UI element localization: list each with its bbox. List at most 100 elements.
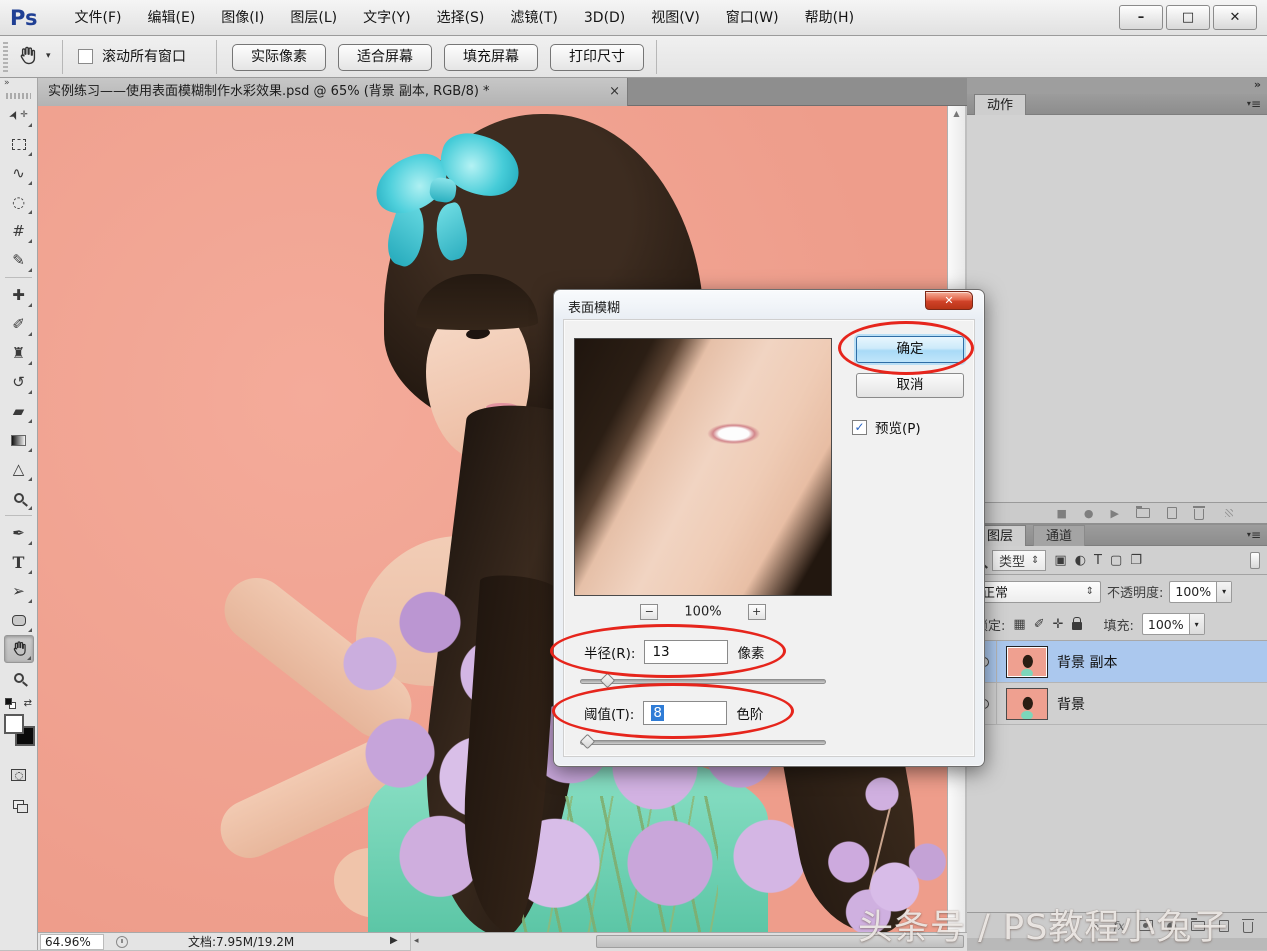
menu-filter[interactable]: 滤镜(T) [497,0,570,36]
gradient-tool[interactable] [4,426,34,454]
scroll-left-icon[interactable]: ◂ [414,936,419,946]
fit-screen-button[interactable]: 适合屏幕 [338,44,432,71]
brush-tool[interactable]: ✐ [4,310,34,338]
adjustment-layer-filter-icon[interactable]: ◐ [1075,553,1086,568]
healing-brush-tool[interactable]: ✚ [4,281,34,309]
cancel-button[interactable]: 取消 [856,373,964,398]
actual-pixels-button[interactable]: 实际像素 [232,44,326,71]
layer-row-background-copy[interactable]: 背景 副本 [967,641,1267,683]
document-tab[interactable]: 实例练习——使用表面模糊制作水彩效果.psd @ 65% (背景 副本, RGB… [38,78,628,106]
toolbar-collapse-icon[interactable]: » [0,78,37,91]
menu-image[interactable]: 图像(I) [208,0,277,36]
collapse-panels-icon[interactable]: » [967,78,1267,94]
lock-paint-icon[interactable]: ✐ [1034,617,1045,632]
layer-name[interactable]: 背景 副本 [1057,652,1117,672]
pen-tool[interactable]: ✒ [4,519,34,547]
new-action-icon[interactable] [1167,507,1177,519]
screen-mode-button[interactable] [4,790,34,818]
document-close-icon[interactable]: × [609,78,620,106]
menu-edit[interactable]: 编辑(E) [135,0,209,36]
layer-thumbnail[interactable] [1006,646,1048,678]
toolbar-grip[interactable] [6,93,31,99]
ok-button[interactable]: 确定 [856,336,964,363]
shape-tool[interactable] [4,606,34,634]
path-selection-tool[interactable]: ➢ [4,577,34,605]
fill-screen-button[interactable]: 填充屏幕 [444,44,538,71]
zoom-in-button[interactable]: + [748,604,766,620]
play-icon[interactable]: ▶ [1111,507,1119,520]
stop-icon[interactable]: ■ [1057,507,1067,520]
lock-transparency-icon[interactable]: ▦ [1013,617,1025,632]
minimize-button[interactable]: – [1119,5,1163,30]
menu-window[interactable]: 窗口(W) [713,0,792,36]
menu-layer[interactable]: 图层(L) [277,0,350,36]
shape-layer-filter-icon[interactable]: ▢ [1110,553,1122,568]
status-menu-icon[interactable]: ▶ [390,935,398,946]
panel-menu-icon[interactable]: ▾≡ [1247,528,1261,542]
preview-checkbox[interactable]: ✓ [852,420,867,435]
smart-object-filter-icon[interactable]: ❐ [1130,553,1142,568]
dropdown-icon[interactable]: ▾ [1189,614,1204,634]
foreground-color-swatch[interactable] [4,714,24,734]
menu-select[interactable]: 选择(S) [424,0,498,36]
zoom-out-button[interactable]: − [640,604,658,620]
swap-colors-icon[interactable]: ⇄ [24,698,32,709]
default-colors-icon[interactable] [5,698,16,709]
layer-thumbnail[interactable] [1006,688,1048,720]
lock-all-icon[interactable] [1072,622,1082,630]
fill-dropdown[interactable]: 100% ▾ [1142,613,1205,635]
menu-help[interactable]: 帮助(H) [792,0,867,36]
type-tool[interactable]: T [4,548,34,576]
dialog-close-button[interactable]: ✕ [925,291,973,310]
opacity-dropdown[interactable]: 100% ▾ [1169,581,1232,603]
threshold-slider-handle[interactable] [580,734,596,750]
quick-mask-button[interactable] [4,761,34,789]
quick-selection-tool[interactable]: ◌ [4,188,34,216]
delete-action-icon[interactable] [1194,509,1204,520]
type-layer-filter-icon[interactable]: T [1094,553,1102,568]
record-icon[interactable]: ● [1084,507,1094,520]
hand-tool-dropdown-icon[interactable]: ▾ [46,51,51,61]
panel-resize-grip[interactable] [1225,509,1233,517]
menu-view[interactable]: 视图(V) [638,0,713,36]
close-button[interactable]: ✕ [1213,5,1257,30]
options-bar-grip[interactable] [3,42,8,72]
blur-tool[interactable]: △ [4,455,34,483]
zoom-level-field[interactable]: 64.96% [40,934,104,950]
radius-input[interactable]: 13 [644,640,728,664]
menu-file[interactable]: 文件(F) [62,0,135,36]
print-size-button[interactable]: 打印尺寸 [550,44,644,71]
panel-menu-icon[interactable]: ▾≡ [1247,97,1261,111]
dropdown-icon[interactable]: ▾ [1216,582,1231,602]
dodge-tool[interactable] [4,484,34,512]
history-brush-tool[interactable]: ↺ [4,368,34,396]
zoom-tool[interactable] [4,664,34,692]
layer-name[interactable]: 背景 [1057,694,1085,714]
filter-toggle-switch[interactable] [1250,552,1260,569]
radius-slider[interactable] [580,674,826,688]
lasso-tool[interactable]: ∿ [4,159,34,187]
delete-layer-icon[interactable] [1243,922,1253,933]
layer-row-background[interactable]: 背景 [967,683,1267,725]
maximize-button[interactable]: □ [1166,5,1210,30]
lock-position-icon[interactable]: ✛ [1053,617,1064,632]
pixel-layer-filter-icon[interactable]: ▣ [1054,553,1066,568]
blend-mode-dropdown[interactable]: 正常 ⇕ [975,581,1101,603]
scroll-all-windows-checkbox[interactable] [78,49,93,64]
radius-slider-handle[interactable] [600,673,616,689]
filter-type-dropdown[interactable]: 类型 ⇕ [992,550,1046,571]
tab-channels[interactable]: 通道 [1033,525,1085,546]
eraser-tool[interactable]: ▰ [4,397,34,425]
crop-tool[interactable]: # [4,217,34,245]
threshold-input[interactable]: 8 [643,701,727,725]
scroll-up-icon[interactable]: ▲ [953,109,959,118]
move-tool[interactable]: ➤✛ [4,101,34,129]
new-action-set-icon[interactable] [1136,508,1150,518]
threshold-slider[interactable] [580,735,826,749]
eyedropper-tool[interactable]: ✎ [4,246,34,274]
menu-type[interactable]: 文字(Y) [350,0,423,36]
tab-actions[interactable]: 动作 [974,94,1026,115]
clone-stamp-tool[interactable]: ♜ [4,339,34,367]
menu-3d[interactable]: 3D(D) [571,0,638,36]
hand-tool[interactable] [4,635,34,663]
